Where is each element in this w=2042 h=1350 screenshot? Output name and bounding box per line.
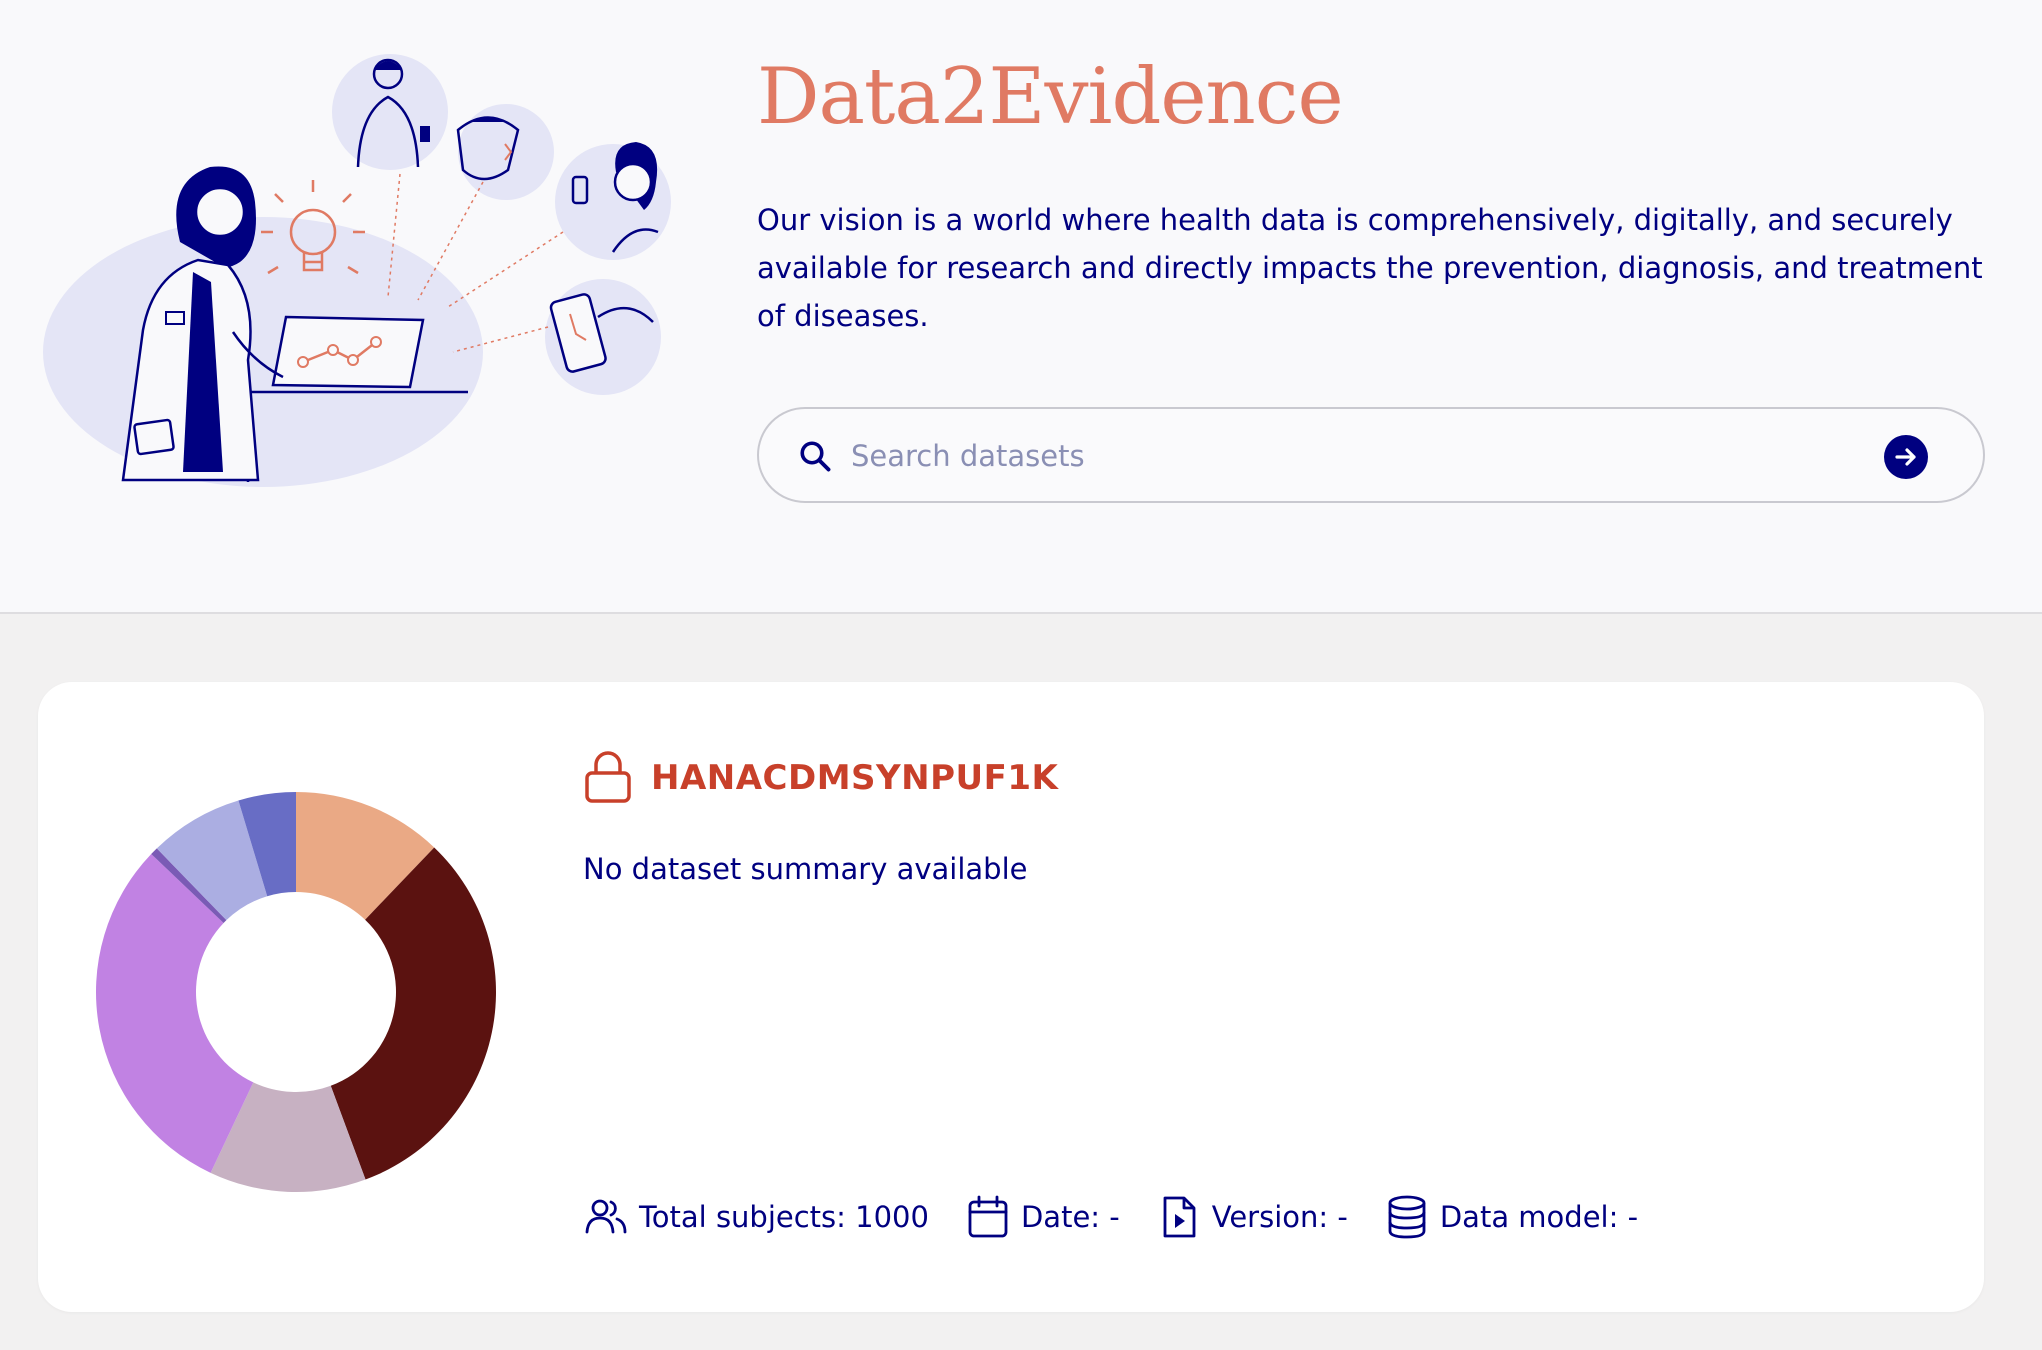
app-title: Data2Evidence — [757, 52, 1344, 142]
dataset-header: HANACDMSYNPUF1K — [583, 750, 1058, 806]
version-label: Version: - — [1211, 1200, 1348, 1234]
dataset-summary: No dataset summary available — [583, 852, 1028, 886]
date-label: Date: - — [1020, 1200, 1120, 1234]
dataset-card[interactable]: HANACDMSYNPUF1K No dataset summary avail… — [38, 682, 1984, 1312]
total-subjects-label: Total subjects: 1000 — [639, 1200, 929, 1234]
meta-version: Version: - — [1156, 1194, 1348, 1240]
dataset-name[interactable]: HANACDMSYNPUF1K — [651, 758, 1058, 798]
vision-statement: Our vision is a world where health data … — [757, 203, 1983, 333]
dataset-meta: Total subjects: 1000 Date: - Version: - — [583, 1194, 1674, 1240]
file-play-icon — [1163, 1196, 1196, 1238]
search-bar — [757, 407, 1985, 503]
hero-illustration — [43, 54, 671, 487]
dataset-donut-chart — [96, 792, 496, 1192]
calendar-icon — [968, 1195, 1008, 1238]
database-icon — [1388, 1195, 1426, 1239]
data-model-label: Data model: - — [1439, 1200, 1639, 1234]
search-submit-button[interactable] — [1884, 435, 1928, 479]
meta-date: Date: - — [965, 1194, 1120, 1240]
users-icon — [585, 1199, 627, 1234]
meta-data-model: Data model: - — [1384, 1194, 1638, 1240]
lock-icon — [585, 751, 631, 803]
search-input[interactable] — [851, 431, 1831, 481]
arrow-right-icon — [1895, 448, 1916, 466]
meta-total-subjects: Total subjects: 1000 — [583, 1194, 929, 1240]
search-icon — [800, 441, 831, 472]
hero-section: Data2Evidence Our vision is a world wher… — [0, 0, 2042, 614]
